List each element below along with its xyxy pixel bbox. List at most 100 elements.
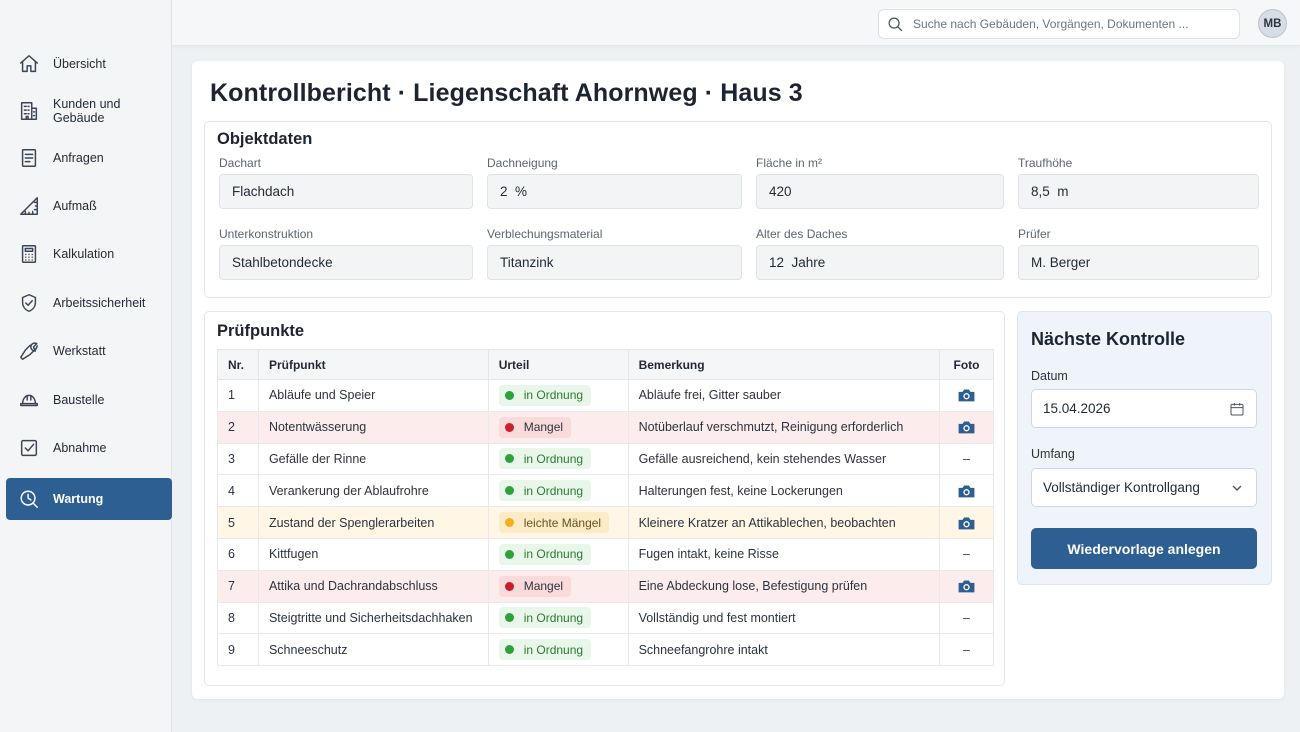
status-dot <box>504 422 514 432</box>
cell-urteil: in Ordnung <box>487 379 629 412</box>
field-label-dachart: Dachart <box>219 156 262 170</box>
table-row[interactable]: 5 Zustand der Spenglerarbeiten leichte Män… <box>217 506 994 539</box>
cell-foto <box>939 379 994 412</box>
column-header-bemerkung: Bemerkung <box>627 349 941 380</box>
status-text: leichte Mängel <box>523 515 602 530</box>
naechste-kontrolle-title: Nächste Kontrolle <box>1031 329 1186 349</box>
camera-icon[interactable] <box>957 483 976 498</box>
field-label-dachneigung: Dachneigung <box>487 156 558 170</box>
umfang-select[interactable]: Vollständiger Kontrollgang <box>1031 468 1257 507</box>
umfang-label: Umfang <box>1031 447 1075 461</box>
cell-bemerkung: Eine Abdeckung lose, Befestigung prüfen <box>627 569 941 603</box>
field-dachneigung[interactable]: 2 % <box>487 174 742 209</box>
cell-bemerkung: Kleinere Kratzer an Attikablechen, beoba… <box>627 506 941 539</box>
pruefpunkte-title: Prüfpunkte <box>217 322 305 340</box>
status-badge-ok: in Ordnung <box>498 448 592 470</box>
cell-pruefpunkt: Kittfugen <box>257 537 489 571</box>
camera-icon[interactable] <box>957 515 976 529</box>
field-label-traufhoehe: Traufhöhe <box>1018 156 1073 170</box>
calendar-icon[interactable] <box>1229 401 1245 417</box>
status-badge-warn: leichte Mängel <box>498 512 610 534</box>
cell-nr: 8 <box>217 601 259 635</box>
field-verblechungsmaterial[interactable]: Titanzink <box>487 245 742 280</box>
search-bar[interactable] <box>878 9 1240 39</box>
sidebar-item-wartung[interactable]: Wartung <box>6 478 172 520</box>
cell-nr: 2 <box>217 410 259 444</box>
sidebar-item-label: Kalkulation <box>53 247 115 261</box>
status-text: Mangel <box>523 420 564 435</box>
sidebar-item-werkstatt[interactable]: Werkstatt <box>6 330 172 372</box>
cell-foto: – <box>939 442 994 476</box>
cell-nr: 9 <box>217 633 259 667</box>
sidebar-item-abnahme[interactable]: Abnahme <box>6 427 172 469</box>
field-dachart[interactable]: Flachdach <box>219 174 473 209</box>
camera-icon[interactable] <box>957 578 976 593</box>
sidebar-item-kunden-und-gebaeude[interactable]: Kunden und Gebäude <box>6 90 172 132</box>
objektdaten-title: Objektdaten <box>217 130 313 148</box>
cell-foto <box>939 506 994 539</box>
datum-value: 15.04.2026 <box>1043 401 1111 416</box>
cell-pruefpunkt: Abläufe und Speier <box>257 379 489 412</box>
status-badge-mangel: Mangel <box>498 575 572 597</box>
no-photo-dash: – <box>963 642 970 657</box>
pruefpunkte-panel: Prüfpunkte Nr. Prüfpunkt Urteil Bemerkun… <box>204 311 1005 686</box>
field-unterkonstruktion[interactable]: Stahlbetondecke <box>219 245 473 280</box>
cell-foto <box>939 474 994 508</box>
topbar: MB <box>172 0 1300 46</box>
cell-bemerkung: Fugen intakt, keine Risse <box>627 537 941 571</box>
cell-pruefpunkt: Attika und Dachrandabschluss <box>257 569 489 603</box>
shield-check-icon <box>18 292 40 314</box>
table-row[interactable]: 3 Gefälle der Rinne in Ordnung Gefälle ausr… <box>217 442 994 476</box>
sidebar-item-label: Aufmaß <box>53 199 97 213</box>
field-pruefer[interactable]: M. Berger <box>1018 245 1259 280</box>
sidebar-item-arbeitssicherheit[interactable]: Arbeitssicherheit <box>6 282 172 324</box>
field-label-verblechungsmaterial: Verblechungsmaterial <box>487 227 603 241</box>
field-flaeche[interactable]: 420 <box>756 174 1004 209</box>
status-text: in Ordnung <box>523 547 584 562</box>
home-icon <box>18 53 40 75</box>
field-alter[interactable]: 12 Jahre <box>756 245 1004 280</box>
cell-urteil: Mangel <box>487 410 629 444</box>
column-header-pruefpunkt: Prüfpunkt <box>257 349 489 380</box>
sidebar-item-label: Übersicht <box>53 57 106 71</box>
no-photo-dash: – <box>963 451 970 466</box>
objektdaten-panel: Objektdaten Dachart Flachdach Dachneigun… <box>204 121 1272 298</box>
table-row[interactable]: 9 Schneeschutz in Ordnung Schneefangrohre i… <box>217 633 994 667</box>
cell-foto: – <box>939 537 994 571</box>
cell-urteil: in Ordnung <box>487 633 629 667</box>
sidebar-item-label: Wartung <box>53 492 104 506</box>
table-row[interactable]: 6 Kittfugen in Ordnung Fugen intakt, keine … <box>217 537 994 571</box>
cell-foto: – <box>939 633 994 667</box>
camera-icon[interactable] <box>957 419 976 434</box>
sidebar-item-uebersicht[interactable]: Übersicht <box>6 43 172 85</box>
sidebar-item-anfragen[interactable]: Anfragen <box>6 137 172 179</box>
table-row[interactable]: 4 Verankerung der Ablaufrohre in Ordnung Ha… <box>217 474 994 508</box>
cell-bemerkung: Abläufe frei, Gitter sauber <box>627 379 941 412</box>
table-row[interactable]: 2 Notentwässerung Mangel Notüberlauf versch… <box>217 410 994 444</box>
cell-nr: 7 <box>217 569 259 603</box>
sidebar-item-aufmass[interactable]: Aufmaß <box>6 185 172 227</box>
avatar[interactable]: MB <box>1258 9 1287 38</box>
table-row[interactable]: 7 Attika und Dachrandabschluss Mangel Eine … <box>217 569 994 603</box>
no-photo-dash: – <box>963 547 970 562</box>
status-dot <box>504 486 514 496</box>
status-dot <box>504 390 514 400</box>
cell-pruefpunkt: Notentwässerung <box>257 410 489 444</box>
sidebar-item-kalkulation[interactable]: Kalkulation <box>6 233 172 275</box>
cell-bemerkung: Gefälle ausreichend, kein stehendes Wass… <box>627 442 941 476</box>
cell-nr: 5 <box>217 506 259 539</box>
sidebar-item-label: Anfragen <box>53 151 104 165</box>
datum-label: Datum <box>1031 369 1068 383</box>
cell-pruefpunkt: Steigtritte und Sicherheitsdachhaken <box>257 601 489 635</box>
table-row[interactable]: 1 Abläufe und Speier in Ordnung Abläufe fre… <box>217 379 994 412</box>
status-text: in Ordnung <box>523 451 584 466</box>
search-input[interactable] <box>913 17 1233 31</box>
datum-field[interactable]: 15.04.2026 <box>1031 389 1257 428</box>
building-icon <box>18 100 40 122</box>
wiedervorlage-anlegen-button[interactable]: Wiedervorlage anlegen <box>1031 528 1257 569</box>
cell-urteil: in Ordnung <box>487 601 629 635</box>
sidebar-item-baustelle[interactable]: Baustelle <box>6 379 172 421</box>
camera-icon[interactable] <box>957 388 976 402</box>
field-traufhoehe[interactable]: 8,5 m <box>1018 174 1259 209</box>
table-row[interactable]: 8 Steigtritte und Sicherheitsdachhaken in … <box>217 601 994 635</box>
